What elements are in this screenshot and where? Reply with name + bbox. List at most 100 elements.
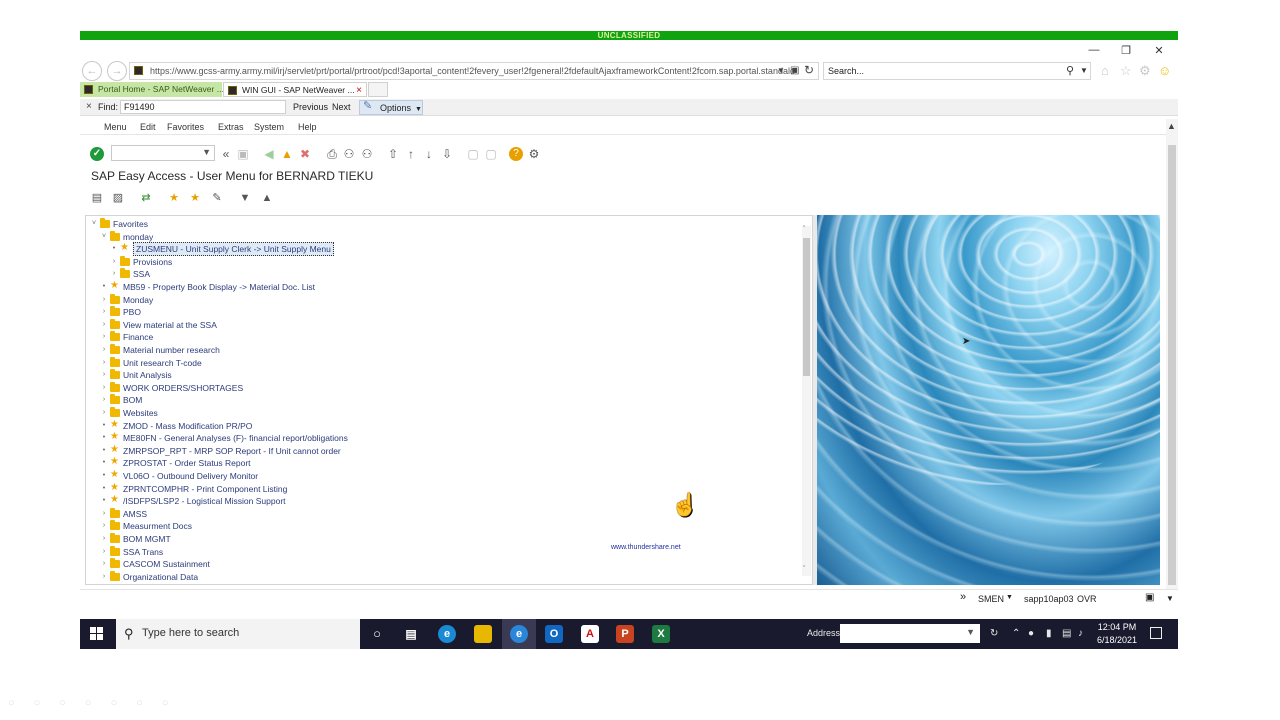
menu-item-menu[interactable]: Menu <box>104 122 127 132</box>
expand-status-icon[interactable]: » <box>960 591 966 603</box>
move-up-icon[interactable]: ▲ <box>260 191 274 205</box>
tree-scroll-down-icon[interactable]: ˇ <box>803 566 805 573</box>
taskbar-go-refresh-icon[interactable]: ↻ <box>990 628 998 639</box>
taskbar-address-dropdown-icon[interactable]: ▼ <box>966 627 975 637</box>
menu-item-favorites[interactable]: Favorites <box>167 122 204 132</box>
menu-item-extras[interactable]: Extras <box>218 122 244 132</box>
powerpoint-icon[interactable]: P <box>616 625 634 643</box>
internet-explorer-icon[interactable]: e <box>510 625 528 643</box>
status-collapse-icon[interactable]: ▼ <box>1166 594 1174 603</box>
taskbar-clock[interactable]: 12:04 PM 6/18/2021 <box>1094 621 1140 647</box>
cancel-icon[interactable]: ✖ <box>298 147 312 161</box>
shortcut-icon[interactable]: ▢ <box>484 147 498 161</box>
expand-arrow-icon[interactable]: › <box>100 394 108 406</box>
scroll-up-icon[interactable]: ▲ <box>1167 121 1176 131</box>
find-binoculars-icon[interactable]: ⚇ <box>342 147 356 161</box>
collapse-double-left-icon[interactable]: « <box>219 147 233 161</box>
cortana-icon[interactable]: ○ <box>368 625 386 643</box>
find-options-button[interactable]: ✎ Options ▼ <box>359 100 423 115</box>
previous-page-icon[interactable]: ↑ <box>404 147 418 161</box>
edge-browser-icon[interactable]: e <box>438 625 456 643</box>
task-view-icon[interactable]: ▤ <box>402 625 420 643</box>
secure-lock-icon[interactable]: ▣ <box>1145 592 1154 603</box>
search-input[interactable]: Search... <box>823 62 1091 80</box>
expand-arrow-icon[interactable]: › <box>100 319 108 331</box>
scroll-thumb[interactable] <box>1168 145 1176 585</box>
expand-arrow-icon[interactable]: › <box>100 306 108 318</box>
new-tab-button[interactable] <box>368 82 388 97</box>
tree-scroll-thumb[interactable] <box>803 238 810 376</box>
expand-arrow-icon[interactable]: › <box>100 508 108 520</box>
expand-arrow-icon[interactable]: › <box>100 407 108 419</box>
expand-arrow-icon[interactable]: › <box>100 344 108 356</box>
lock-icon[interactable]: ▣ <box>790 65 799 76</box>
enter-check-icon[interactable]: ✓ <box>90 147 104 161</box>
close-icon[interactable]: ✕ <box>1148 44 1170 57</box>
page-scrollbar[interactable]: ▲ <box>1166 119 1178 593</box>
expand-arrow-icon[interactable]: › <box>110 268 118 280</box>
command-dropdown-icon[interactable]: ▼ <box>202 147 211 157</box>
address-bar[interactable]: https://www.gcss-army.army.mil/irj/servl… <box>129 62 819 80</box>
command-field[interactable]: ▼ <box>111 145 215 161</box>
expand-arrow-icon[interactable]: › <box>100 533 108 545</box>
expand-arrow-icon[interactable]: › <box>100 331 108 343</box>
forward-icon[interactable]: → <box>107 61 127 81</box>
volume-icon[interactable]: ♪ <box>1078 628 1083 639</box>
dropdown-arrow-icon[interactable]: ▼ <box>777 66 785 75</box>
sap-menu-icon[interactable]: ▨ <box>111 191 125 205</box>
expand-arrow-icon[interactable]: › <box>100 571 108 583</box>
move-down-icon[interactable]: ▼ <box>238 191 252 205</box>
first-page-icon[interactable]: ⇧ <box>386 147 400 161</box>
battery-icon[interactable]: ▮ <box>1046 628 1052 639</box>
add-to-favorites-icon[interactable]: ★ <box>167 191 181 205</box>
last-page-icon[interactable]: ⇩ <box>440 147 454 161</box>
network-icon[interactable]: ▤ <box>1062 628 1071 639</box>
taskbar-address-input[interactable]: ▼ <box>840 624 980 643</box>
microphone-icon[interactable]: ● <box>1028 628 1034 639</box>
expand-arrow-icon[interactable]: › <box>100 382 108 394</box>
expand-arrow-icon[interactable]: › <box>100 369 108 381</box>
find-previous-button[interactable]: Previous <box>293 102 328 112</box>
expand-arrow-icon[interactable]: › <box>100 558 108 570</box>
next-page-icon[interactable]: ↓ <box>422 147 436 161</box>
delete-favorites-icon[interactable]: ★ <box>188 191 202 205</box>
exit-up-icon[interactable]: ▲ <box>280 147 294 161</box>
expand-arrow-icon[interactable]: › <box>100 294 108 306</box>
status-dropdown-icon[interactable]: ▼ <box>1006 594 1013 601</box>
find-next-binoculars-icon[interactable]: ⚇ <box>360 147 374 161</box>
tab-close-icon[interactable]: × <box>356 83 362 98</box>
back-green-icon[interactable]: ◀ <box>262 147 276 161</box>
notifications-icon[interactable] <box>1150 627 1162 639</box>
tree-scroll-up-icon[interactable]: ˆ <box>803 226 805 233</box>
settings-gear-icon[interactable]: ⚙ <box>1139 63 1151 79</box>
menu-item-help[interactable]: Help <box>298 122 317 132</box>
acrobat-pdf-icon[interactable]: A <box>581 625 599 643</box>
refresh-icon[interactable]: ↻ <box>804 63 814 77</box>
tree-scrollbar[interactable]: ˆ ˇ <box>802 226 811 576</box>
collapse-arrow-icon[interactable]: ˅ <box>100 231 108 243</box>
expand-arrow-icon[interactable]: › <box>100 357 108 369</box>
tray-expand-icon[interactable]: ⌃ <box>1012 628 1020 639</box>
smiley-feedback-icon[interactable]: ☺ <box>1158 63 1171 78</box>
find-next-button[interactable]: Next <box>332 102 351 112</box>
save-icon[interactable]: ▣ <box>236 147 250 161</box>
file-explorer-icon[interactable] <box>474 625 492 643</box>
tab-portal-home[interactable]: Portal Home - SAP NetWeaver ... <box>80 82 224 97</box>
search-icon[interactable]: ⚲ <box>1066 64 1074 77</box>
other-menu-icon[interactable]: ▤ <box>90 191 104 205</box>
back-icon[interactable]: ← <box>82 61 102 81</box>
minimize-icon[interactable]: — <box>1083 44 1105 56</box>
windows-start-icon[interactable] <box>90 627 104 641</box>
print-icon[interactable]: ⎙ <box>325 147 339 161</box>
tab-win-gui[interactable]: WIN GUI - SAP NetWeaver ... × <box>223 82 367 97</box>
expand-arrow-icon[interactable]: › <box>100 546 108 558</box>
create-session-icon[interactable]: ▢ <box>466 147 480 161</box>
home-icon[interactable]: ⌂ <box>1101 63 1109 78</box>
favorites-star-icon[interactable]: ☆ <box>1120 63 1132 79</box>
menu-item-system[interactable]: System <box>254 122 284 132</box>
user-menu-icon[interactable]: ⇄ <box>139 191 153 205</box>
change-favorites-icon[interactable]: ✎ <box>210 191 224 205</box>
help-icon[interactable]: ? <box>509 147 523 161</box>
outlook-icon[interactable]: O <box>545 625 563 643</box>
find-input[interactable]: F91490 <box>120 100 286 114</box>
